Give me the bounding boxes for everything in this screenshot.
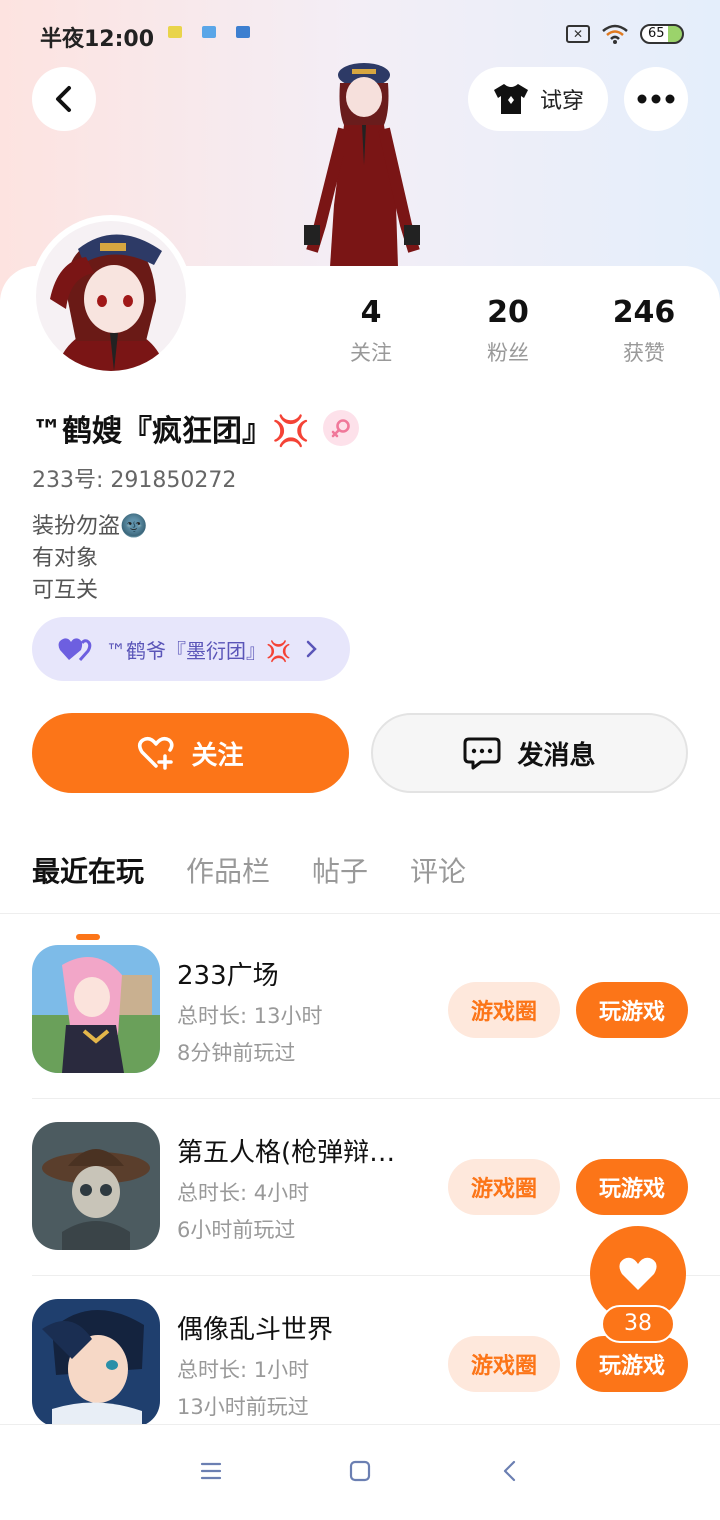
try-on-label: 试穿: [539, 89, 584, 114]
chat-bubble-icon: [463, 737, 501, 770]
game-icon: [32, 1299, 160, 1427]
notification-icons: [168, 26, 250, 38]
profile-name-text: ™鹤嫂『疯狂团』💢: [32, 414, 310, 449]
game-name: 偶像乱斗世界: [177, 1315, 334, 1345]
game-name: 233广场: [177, 961, 279, 991]
game-list-item[interactable]: 233广场 总时长: 13小时 8分钟前玩过 游戏圈 玩游戏: [32, 945, 688, 1075]
tshirt-icon: [493, 84, 528, 114]
stat-label: 关注: [350, 341, 392, 365]
profile-tabs: 最近在玩 作品栏 帖子 评论: [32, 850, 508, 940]
avatar-image: [36, 221, 186, 371]
play-game-button[interactable]: 玩游戏: [576, 1159, 688, 1215]
stat-value: 20: [487, 295, 529, 330]
stat-value: 246: [612, 295, 676, 330]
tab-comments[interactable]: 评论: [410, 850, 466, 900]
tab-divider: [0, 913, 720, 914]
game-icon: [32, 1122, 160, 1250]
avatar[interactable]: [30, 215, 192, 377]
game-last-played: 8分钟前玩过: [177, 1041, 296, 1065]
message-button[interactable]: 发消息: [371, 713, 688, 793]
profile-name: ™鹤嫂『疯狂团』💢: [32, 406, 360, 450]
notification-icon: [202, 26, 216, 38]
stat-value: 4: [360, 295, 382, 330]
back-button[interactable]: [32, 67, 96, 131]
system-nav-bar: [0, 1424, 720, 1520]
game-list-item[interactable]: 第五人格(枪弹辩… 总时长: 4小时 6小时前玩过 游戏圈 玩游戏: [32, 1122, 688, 1252]
back-nav-icon[interactable]: [498, 1459, 522, 1483]
stat-fans[interactable]: 20 粉丝: [448, 295, 568, 367]
game-last-played: 13小时前玩过: [177, 1395, 309, 1419]
list-divider: [32, 1098, 720, 1099]
game-circle-button[interactable]: 游戏圈: [448, 1336, 560, 1392]
status-time: 半夜12:00: [40, 27, 155, 52]
more-dots-icon: [637, 94, 675, 104]
couple-link[interactable]: ™鹤爷『墨衍团』💢: [32, 617, 350, 681]
more-button[interactable]: [624, 67, 688, 131]
game-playtime: 总时长: 4小时: [177, 1181, 310, 1205]
follow-label: 关注: [191, 740, 244, 771]
stat-likes[interactable]: 246 获赞: [584, 295, 704, 367]
profile-stats: 4 关注 20 粉丝 246 获赞: [300, 295, 720, 375]
stat-following[interactable]: 4 关注: [311, 295, 431, 367]
message-label: 发消息: [517, 740, 596, 771]
notification-icon: [236, 26, 250, 38]
like-count-badge: 38: [601, 1305, 675, 1343]
game-circle-button[interactable]: 游戏圈: [448, 1159, 560, 1215]
try-on-button[interactable]: 试穿: [468, 67, 608, 131]
back-arrow-icon: [56, 86, 71, 112]
game-playtime: 总时长: 1小时: [177, 1358, 310, 1382]
stat-label: 获赞: [623, 341, 665, 365]
menu-icon[interactable]: [199, 1459, 223, 1483]
heart-icon: [619, 1257, 657, 1290]
game-name: 第五人格(枪弹辩…: [177, 1138, 396, 1168]
chevron-right-icon: [306, 640, 317, 658]
bio-line: 可互关: [32, 578, 99, 603]
system-icons: ✕ 65: [566, 24, 684, 44]
heart-plus-icon: [138, 736, 174, 770]
couple-hearts-icon: [58, 638, 92, 661]
game-last-played: 6小时前玩过: [177, 1218, 296, 1242]
game-circle-button[interactable]: 游戏圈: [448, 982, 560, 1038]
female-gender-icon: [323, 410, 360, 446]
follow-button[interactable]: 关注: [32, 713, 349, 793]
play-game-button[interactable]: 玩游戏: [576, 982, 688, 1038]
notification-icon: [168, 26, 182, 38]
couple-name: ™鹤爷『墨衍团』💢: [106, 638, 291, 663]
stat-label: 粉丝: [487, 341, 529, 365]
tab-works[interactable]: 作品栏: [186, 850, 270, 900]
avatar-full-body: [292, 55, 432, 267]
battery-indicator: 65: [640, 24, 684, 44]
play-game-button[interactable]: 玩游戏: [576, 1336, 688, 1392]
user-id: 233号: 291850272: [32, 468, 237, 493]
game-playtime: 总时长: 13小时: [177, 1004, 323, 1028]
tab-recently-played[interactable]: 最近在玩: [32, 850, 144, 940]
game-icon: [32, 945, 160, 1073]
bio-line: 装扮勿盗🌚: [32, 514, 148, 539]
home-icon[interactable]: [348, 1459, 372, 1483]
tab-posts[interactable]: 帖子: [312, 850, 368, 900]
bio-line: 有对象: [32, 546, 99, 571]
game-list-item[interactable]: 偶像乱斗世界 总时长: 1小时 13小时前玩过 游戏圈 玩游戏: [32, 1299, 688, 1429]
wifi-icon: [602, 24, 628, 44]
sim-off-icon: ✕: [566, 25, 590, 43]
